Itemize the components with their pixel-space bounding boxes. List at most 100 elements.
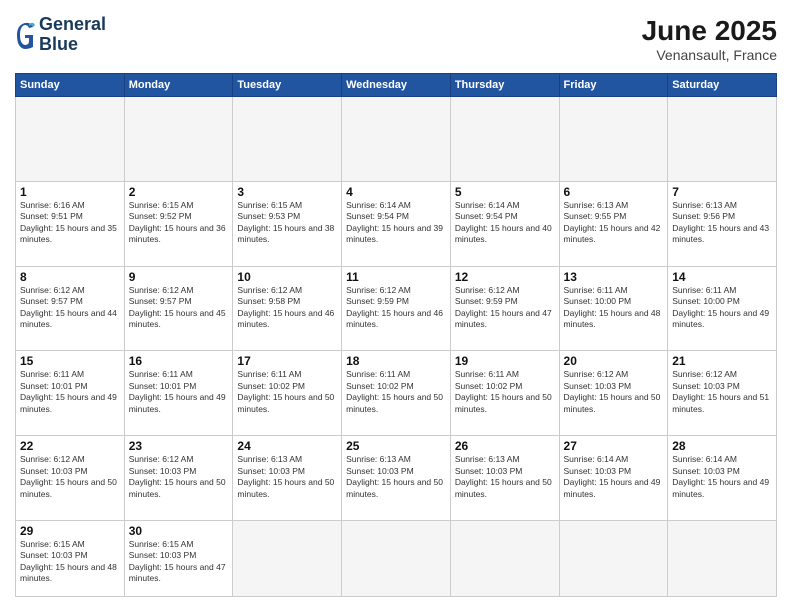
table-row xyxy=(450,520,559,596)
cell-content: Sunrise: 6:12 AM Sunset: 10:03 PM Daylig… xyxy=(129,454,229,500)
day-number: 25 xyxy=(346,439,446,453)
table-row xyxy=(124,97,233,182)
day-number: 9 xyxy=(129,270,229,284)
table-row: 7 Sunrise: 6:13 AM Sunset: 9:56 PM Dayli… xyxy=(668,181,777,266)
title-block: June 2025 Venansault, France xyxy=(642,15,777,63)
cell-content: Sunrise: 6:14 AM Sunset: 10:03 PM Daylig… xyxy=(672,454,772,500)
calendar-table: Sunday Monday Tuesday Wednesday Thursday… xyxy=(15,73,777,597)
table-row: 20 Sunrise: 6:12 AM Sunset: 10:03 PM Day… xyxy=(559,351,668,436)
table-row xyxy=(668,520,777,596)
table-row xyxy=(342,97,451,182)
table-row xyxy=(342,520,451,596)
col-wednesday: Wednesday xyxy=(342,74,451,97)
table-row: 28 Sunrise: 6:14 AM Sunset: 10:03 PM Day… xyxy=(668,436,777,521)
day-number: 4 xyxy=(346,185,446,199)
cell-content: Sunrise: 6:11 AM Sunset: 10:02 PM Daylig… xyxy=(455,369,555,415)
cell-content: Sunrise: 6:11 AM Sunset: 10:00 PM Daylig… xyxy=(672,285,772,331)
table-row: 4 Sunrise: 6:14 AM Sunset: 9:54 PM Dayli… xyxy=(342,181,451,266)
table-row: 2 Sunrise: 6:15 AM Sunset: 9:52 PM Dayli… xyxy=(124,181,233,266)
table-row: 19 Sunrise: 6:11 AM Sunset: 10:02 PM Day… xyxy=(450,351,559,436)
col-sunday: Sunday xyxy=(16,74,125,97)
month-title: June 2025 xyxy=(642,15,777,47)
cell-content: Sunrise: 6:12 AM Sunset: 9:59 PM Dayligh… xyxy=(346,285,446,331)
cell-content: Sunrise: 6:13 AM Sunset: 9:56 PM Dayligh… xyxy=(672,200,772,246)
day-number: 30 xyxy=(129,524,229,538)
day-number: 16 xyxy=(129,354,229,368)
table-row: 30 Sunrise: 6:15 AM Sunset: 10:03 PM Day… xyxy=(124,520,233,596)
cell-content: Sunrise: 6:12 AM Sunset: 9:57 PM Dayligh… xyxy=(129,285,229,331)
col-thursday: Thursday xyxy=(450,74,559,97)
cell-content: Sunrise: 6:11 AM Sunset: 10:00 PM Daylig… xyxy=(564,285,664,331)
day-number: 19 xyxy=(455,354,555,368)
cell-content: Sunrise: 6:14 AM Sunset: 9:54 PM Dayligh… xyxy=(346,200,446,246)
day-number: 28 xyxy=(672,439,772,453)
table-row: 21 Sunrise: 6:12 AM Sunset: 10:03 PM Day… xyxy=(668,351,777,436)
day-number: 13 xyxy=(564,270,664,284)
logo: General Blue xyxy=(15,15,106,55)
day-number: 11 xyxy=(346,270,446,284)
col-saturday: Saturday xyxy=(668,74,777,97)
cell-content: Sunrise: 6:13 AM Sunset: 9:55 PM Dayligh… xyxy=(564,200,664,246)
cell-content: Sunrise: 6:13 AM Sunset: 10:03 PM Daylig… xyxy=(455,454,555,500)
cell-content: Sunrise: 6:14 AM Sunset: 10:03 PM Daylig… xyxy=(564,454,664,500)
table-row: 18 Sunrise: 6:11 AM Sunset: 10:02 PM Day… xyxy=(342,351,451,436)
table-row: 11 Sunrise: 6:12 AM Sunset: 9:59 PM Dayl… xyxy=(342,266,451,351)
cell-content: Sunrise: 6:13 AM Sunset: 10:03 PM Daylig… xyxy=(346,454,446,500)
cell-content: Sunrise: 6:12 AM Sunset: 9:59 PM Dayligh… xyxy=(455,285,555,331)
day-number: 2 xyxy=(129,185,229,199)
table-row: 27 Sunrise: 6:14 AM Sunset: 10:03 PM Day… xyxy=(559,436,668,521)
cell-content: Sunrise: 6:16 AM Sunset: 9:51 PM Dayligh… xyxy=(20,200,120,246)
table-row: 13 Sunrise: 6:11 AM Sunset: 10:00 PM Day… xyxy=(559,266,668,351)
cell-content: Sunrise: 6:13 AM Sunset: 10:03 PM Daylig… xyxy=(237,454,337,500)
day-number: 24 xyxy=(237,439,337,453)
day-number: 22 xyxy=(20,439,120,453)
logo-icon xyxy=(15,21,35,49)
table-row xyxy=(233,520,342,596)
day-number: 1 xyxy=(20,185,120,199)
table-row: 12 Sunrise: 6:12 AM Sunset: 9:59 PM Dayl… xyxy=(450,266,559,351)
day-number: 14 xyxy=(672,270,772,284)
table-row: 17 Sunrise: 6:11 AM Sunset: 10:02 PM Day… xyxy=(233,351,342,436)
table-row: 22 Sunrise: 6:12 AM Sunset: 10:03 PM Day… xyxy=(16,436,125,521)
table-row: 1 Sunrise: 6:16 AM Sunset: 9:51 PM Dayli… xyxy=(16,181,125,266)
day-number: 21 xyxy=(672,354,772,368)
header: General Blue June 2025 Venansault, Franc… xyxy=(15,15,777,63)
day-number: 29 xyxy=(20,524,120,538)
cell-content: Sunrise: 6:11 AM Sunset: 10:02 PM Daylig… xyxy=(237,369,337,415)
table-row: 8 Sunrise: 6:12 AM Sunset: 9:57 PM Dayli… xyxy=(16,266,125,351)
cell-content: Sunrise: 6:12 AM Sunset: 10:03 PM Daylig… xyxy=(672,369,772,415)
day-number: 12 xyxy=(455,270,555,284)
cell-content: Sunrise: 6:15 AM Sunset: 10:03 PM Daylig… xyxy=(20,539,120,585)
cell-content: Sunrise: 6:11 AM Sunset: 10:02 PM Daylig… xyxy=(346,369,446,415)
day-number: 7 xyxy=(672,185,772,199)
table-row: 15 Sunrise: 6:11 AM Sunset: 10:01 PM Day… xyxy=(16,351,125,436)
table-row: 16 Sunrise: 6:11 AM Sunset: 10:01 PM Day… xyxy=(124,351,233,436)
day-number: 3 xyxy=(237,185,337,199)
table-row: 10 Sunrise: 6:12 AM Sunset: 9:58 PM Dayl… xyxy=(233,266,342,351)
table-row: 5 Sunrise: 6:14 AM Sunset: 9:54 PM Dayli… xyxy=(450,181,559,266)
day-number: 18 xyxy=(346,354,446,368)
table-row: 9 Sunrise: 6:12 AM Sunset: 9:57 PM Dayli… xyxy=(124,266,233,351)
day-number: 20 xyxy=(564,354,664,368)
col-friday: Friday xyxy=(559,74,668,97)
cell-content: Sunrise: 6:12 AM Sunset: 9:57 PM Dayligh… xyxy=(20,285,120,331)
logo-text: General Blue xyxy=(39,15,106,55)
day-number: 5 xyxy=(455,185,555,199)
table-row xyxy=(16,97,125,182)
table-row: 24 Sunrise: 6:13 AM Sunset: 10:03 PM Day… xyxy=(233,436,342,521)
cell-content: Sunrise: 6:15 AM Sunset: 10:03 PM Daylig… xyxy=(129,539,229,585)
table-row xyxy=(559,520,668,596)
table-row: 25 Sunrise: 6:13 AM Sunset: 10:03 PM Day… xyxy=(342,436,451,521)
table-row: 3 Sunrise: 6:15 AM Sunset: 9:53 PM Dayli… xyxy=(233,181,342,266)
cell-content: Sunrise: 6:12 AM Sunset: 9:58 PM Dayligh… xyxy=(237,285,337,331)
day-number: 23 xyxy=(129,439,229,453)
cell-content: Sunrise: 6:11 AM Sunset: 10:01 PM Daylig… xyxy=(20,369,120,415)
cell-content: Sunrise: 6:11 AM Sunset: 10:01 PM Daylig… xyxy=(129,369,229,415)
day-number: 26 xyxy=(455,439,555,453)
table-row: 26 Sunrise: 6:13 AM Sunset: 10:03 PM Day… xyxy=(450,436,559,521)
day-number: 17 xyxy=(237,354,337,368)
day-number: 6 xyxy=(564,185,664,199)
col-tuesday: Tuesday xyxy=(233,74,342,97)
cell-content: Sunrise: 6:15 AM Sunset: 9:52 PM Dayligh… xyxy=(129,200,229,246)
table-row: 29 Sunrise: 6:15 AM Sunset: 10:03 PM Day… xyxy=(16,520,125,596)
